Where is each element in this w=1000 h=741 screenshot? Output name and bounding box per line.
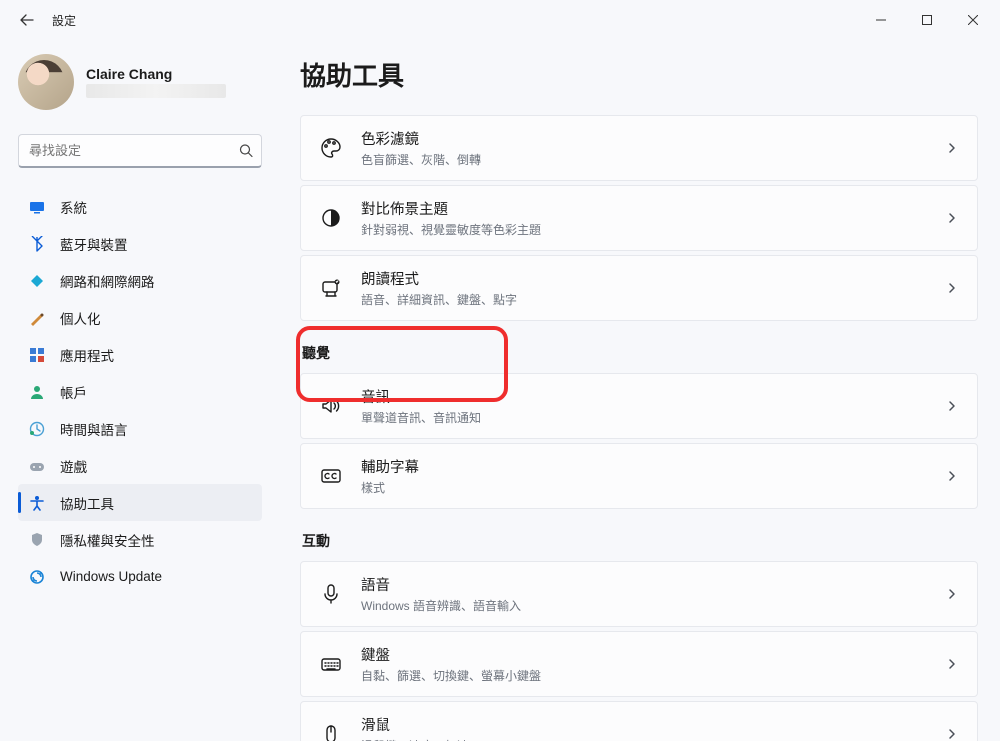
maximize-button[interactable]: [904, 4, 950, 36]
chevron-right-icon: [945, 399, 959, 413]
accounts-icon: [28, 383, 46, 401]
sidebar-item-label: 藍牙與裝置: [60, 234, 128, 254]
card-desc: 色盲篩選、灰階、倒轉: [361, 151, 481, 168]
sidebar-item-label: 遊戲: [60, 456, 87, 476]
sidebar-item-system[interactable]: 系統: [18, 188, 262, 225]
back-button[interactable]: [10, 3, 44, 37]
card-title: 色彩濾鏡: [361, 128, 481, 149]
main-content: 協助工具 色彩濾鏡 色盲篩選、灰階、倒轉 對比佈景主題 針對弱視、視覺靈敏度等色…: [270, 40, 1000, 741]
card-desc: Windows 語音辨識、語音輸入: [361, 597, 521, 614]
settings-card-narrator[interactable]: 朗讀程式 語音、詳細資訊、鍵盤、點字: [300, 255, 978, 321]
sidebar-item-personalize[interactable]: 個人化: [18, 299, 262, 336]
user-block[interactable]: Claire Chang: [18, 54, 262, 110]
sidebar-item-update[interactable]: Windows Update: [18, 558, 262, 595]
card-title: 語音: [361, 574, 521, 595]
card-desc: 自黏、篩選、切換鍵、螢幕小鍵盤: [361, 667, 541, 684]
sidebar-item-label: 帳戶: [60, 382, 87, 402]
close-button[interactable]: [950, 4, 996, 36]
settings-card-mouse[interactable]: 滑鼠 滑鼠鍵、速度、加速: [300, 701, 978, 741]
update-icon: [28, 568, 46, 586]
sidebar-item-gaming[interactable]: 遊戲: [18, 447, 262, 484]
sidebar-item-network[interactable]: 網路和網際網路: [18, 262, 262, 299]
user-name: Claire Chang: [86, 66, 226, 82]
sidebar-item-label: Windows Update: [60, 569, 162, 584]
sidebar-item-bluetooth[interactable]: 藍牙與裝置: [18, 225, 262, 262]
system-icon: [28, 198, 46, 216]
palette-icon: [319, 136, 343, 160]
sidebar-item-label: 個人化: [60, 308, 101, 328]
card-title: 鍵盤: [361, 644, 541, 665]
avatar: [18, 54, 74, 110]
chevron-right-icon: [945, 141, 959, 155]
mouse-icon: [319, 722, 343, 741]
sidebar-item-accessibility[interactable]: 協助工具: [18, 484, 262, 521]
sidebar-item-label: 時間與語言: [60, 419, 128, 439]
minimize-button[interactable]: [858, 4, 904, 36]
chevron-right-icon: [945, 211, 959, 225]
sidebar-item-time[interactable]: 時間與語言: [18, 410, 262, 447]
search-icon: [239, 144, 254, 159]
card-desc: 樣式: [361, 479, 419, 496]
cc-icon: [319, 464, 343, 488]
section-heading: 互動: [302, 531, 978, 551]
sidebar-item-apps[interactable]: 應用程式: [18, 336, 262, 373]
narrator-icon: [319, 276, 343, 300]
sidebar-item-privacy[interactable]: 隱私權與安全性: [18, 521, 262, 558]
network-icon: [28, 272, 46, 290]
card-desc: 針對弱視、視覺靈敏度等色彩主題: [361, 221, 541, 238]
settings-card-cc[interactable]: 輔助字幕 樣式: [300, 443, 978, 509]
chevron-right-icon: [945, 657, 959, 671]
audio-icon: [319, 394, 343, 418]
sidebar-item-accounts[interactable]: 帳戶: [18, 373, 262, 410]
contrast-icon: [319, 206, 343, 230]
card-desc: 單聲道音訊、音訊通知: [361, 409, 481, 426]
privacy-icon: [28, 531, 46, 549]
chevron-right-icon: [945, 469, 959, 483]
chevron-right-icon: [945, 587, 959, 601]
sidebar-item-label: 網路和網際網路: [60, 271, 155, 291]
sidebar-nav: 系統藍牙與裝置網路和網際網路個人化應用程式帳戶時間與語言遊戲協助工具隱私權與安全…: [18, 188, 262, 595]
settings-card-audio[interactable]: 音訊 單聲道音訊、音訊通知: [300, 373, 978, 439]
bluetooth-icon: [28, 235, 46, 253]
titlebar: 設定: [0, 0, 1000, 40]
arrow-left-icon: [19, 12, 35, 28]
mic-icon: [319, 582, 343, 606]
apps-icon: [28, 346, 46, 364]
sidebar-item-label: 系統: [60, 197, 87, 217]
search-box: [18, 134, 262, 168]
sidebar-item-label: 應用程式: [60, 345, 114, 365]
section-heading: 聽覺: [302, 343, 978, 363]
card-title: 音訊: [361, 386, 481, 407]
card-desc: 語音、詳細資訊、鍵盤、點字: [361, 291, 517, 308]
settings-card-palette[interactable]: 色彩濾鏡 色盲篩選、灰階、倒轉: [300, 115, 978, 181]
keyboard-icon: [319, 652, 343, 676]
user-email-redacted: [86, 84, 226, 98]
card-title: 滑鼠: [361, 714, 469, 735]
page-title: 協助工具: [300, 56, 978, 93]
sidebar: Claire Chang 系統藍牙與裝置網路和網際網路個人化應用程式帳戶時間與語…: [0, 40, 270, 741]
card-title: 朗讀程式: [361, 268, 517, 289]
sidebar-item-label: 協助工具: [60, 493, 114, 513]
chevron-right-icon: [945, 727, 959, 741]
search-input[interactable]: [18, 134, 262, 168]
personalize-icon: [28, 309, 46, 327]
gaming-icon: [28, 457, 46, 475]
accessibility-icon: [28, 494, 46, 512]
time-icon: [28, 420, 46, 438]
card-desc: 滑鼠鍵、速度、加速: [361, 737, 469, 741]
settings-card-mic[interactable]: 語音 Windows 語音辨識、語音輸入: [300, 561, 978, 627]
settings-card-contrast[interactable]: 對比佈景主題 針對弱視、視覺靈敏度等色彩主題: [300, 185, 978, 251]
settings-card-keyboard[interactable]: 鍵盤 自黏、篩選、切換鍵、螢幕小鍵盤: [300, 631, 978, 697]
window-title: 設定: [52, 12, 76, 29]
sidebar-item-label: 隱私權與安全性: [60, 530, 155, 550]
card-title: 對比佈景主題: [361, 198, 541, 219]
window-controls: [858, 4, 996, 36]
card-title: 輔助字幕: [361, 456, 419, 477]
chevron-right-icon: [945, 281, 959, 295]
